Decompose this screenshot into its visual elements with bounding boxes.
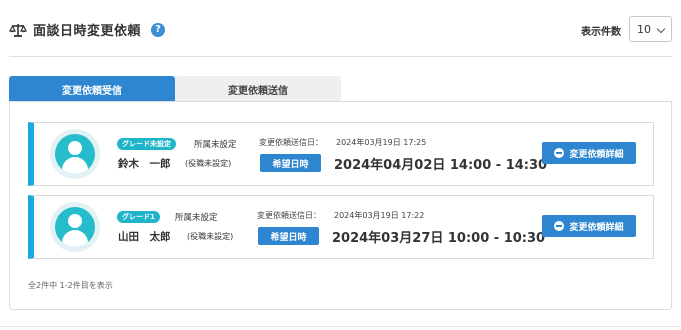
minus-circle-icon: [554, 148, 565, 158]
employee-name: 山田 太郎: [118, 231, 171, 243]
request-card: グレード1 所属未設定 山田 太郎 (役職未設定) 変更依頼送信日： 2024年…: [28, 195, 654, 259]
scale-icon: [9, 23, 27, 37]
chevron-down-icon: [656, 24, 666, 34]
desired-datetime-badge: 希望日時: [258, 227, 319, 245]
sent-date: 2024年03月19日 17:25: [336, 138, 427, 147]
tab-received[interactable]: 変更依頼受信: [9, 76, 175, 102]
desired-datetime: 2024年04月02日 14:00 - 14:30: [334, 158, 548, 173]
avatar: [50, 202, 100, 252]
request-detail-button[interactable]: 変更依頼詳細: [542, 215, 636, 237]
desired-datetime: 2024年03月27日 10:00 - 10:30: [332, 231, 546, 246]
user-icon: [55, 207, 95, 247]
request-card: グレード未設定 所属未設定 鈴木 一郎 (役職未設定) 変更依頼送信日： 202…: [28, 122, 654, 186]
page-title: 面談日時変更依頼: [33, 24, 142, 39]
question-icon[interactable]: ?: [151, 22, 166, 37]
request-detail-label: 変更依頼詳細: [569, 149, 624, 160]
employee-role: (役職未設定): [185, 159, 232, 168]
employee-role: (役職未設定): [187, 232, 234, 241]
per-page-select[interactable]: 10: [629, 16, 672, 42]
page-header: 面談日時変更依頼 ? 表示件数 10: [0, 0, 681, 56]
department: 所属未設定: [194, 140, 237, 150]
sent-date: 2024年03月19日 17:22: [334, 211, 425, 220]
employee-name: 鈴木 一郎: [118, 158, 171, 170]
title-group: 面談日時変更依頼 ?: [9, 20, 166, 39]
request-detail-label: 変更依頼詳細: [569, 222, 624, 233]
grade-badge: グレード未設定: [117, 138, 176, 150]
department: 所属未設定: [175, 213, 218, 223]
bottom-divider: [0, 326, 681, 327]
request-detail-button[interactable]: 変更依頼詳細: [542, 142, 636, 164]
result-count: 全2件中 1-2件目を表示: [28, 281, 113, 290]
user-icon: [55, 134, 95, 174]
per-page-label: 表示件数: [581, 27, 621, 38]
avatar: [50, 129, 100, 179]
header-divider: [9, 56, 672, 57]
minus-circle-icon: [554, 221, 565, 231]
per-page-value: 10: [637, 22, 651, 36]
sent-date-label: 変更依頼送信日：: [259, 138, 323, 147]
grade-badge: グレード1: [117, 211, 160, 223]
desired-datetime-badge: 希望日時: [260, 154, 321, 172]
tab-sent[interactable]: 変更依頼送信: [175, 76, 341, 102]
sent-date-label: 変更依頼送信日：: [257, 211, 321, 220]
